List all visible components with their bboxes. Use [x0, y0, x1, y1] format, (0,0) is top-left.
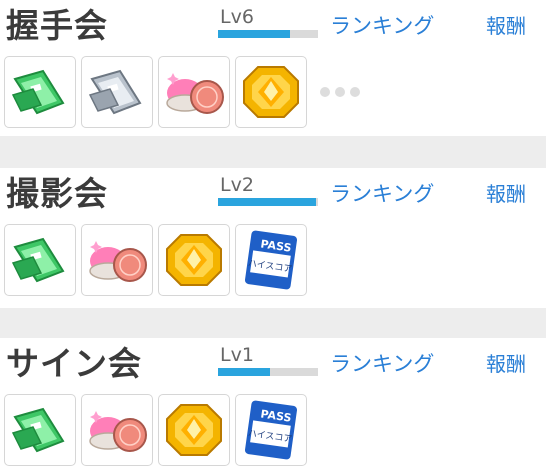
event-section-signing: サイン会 Lv1 ランキング 報酬 PASS ハイスコア — [0, 338, 546, 466]
ranking-link[interactable]: ランキング — [330, 12, 434, 40]
level-label: Lv1 — [220, 344, 254, 366]
gold-gem-icon — [243, 66, 299, 118]
more-items-indicator[interactable] — [312, 56, 360, 128]
level-progress-fill — [218, 30, 290, 38]
reward-item[interactable] — [158, 56, 230, 128]
level-indicator: Lv1 — [218, 344, 318, 376]
level-progress-fill — [218, 198, 316, 206]
reward-link[interactable]: 報酬 — [486, 180, 526, 208]
reward-item[interactable] — [235, 56, 307, 128]
level-indicator: Lv2 — [218, 174, 318, 206]
green-ticket-icon — [11, 69, 65, 115]
dot — [350, 87, 360, 97]
reward-item[interactable]: PASS ハイスコア — [235, 394, 307, 466]
green-ticket-icon — [11, 407, 65, 453]
level-progress-bar — [218, 198, 318, 206]
gold-gem-icon — [166, 234, 222, 286]
dot — [320, 87, 330, 97]
reward-item[interactable] — [81, 394, 153, 466]
reward-item[interactable] — [81, 224, 153, 296]
dot — [335, 87, 345, 97]
reward-item[interactable] — [4, 394, 76, 466]
level-label: Lv2 — [220, 174, 254, 196]
reward-item-list: PASS ハイスコア — [4, 224, 307, 296]
reward-link[interactable]: 報酬 — [486, 12, 526, 40]
reward-link[interactable]: 報酬 — [486, 350, 526, 378]
ranking-link[interactable]: ランキング — [330, 180, 434, 208]
silver-ticket-icon — [88, 69, 142, 115]
event-section-photo: 撮影会 Lv2 ランキング 報酬 PASS ハイスコア — [0, 168, 546, 308]
event-title: 撮影会 — [6, 174, 108, 213]
highscore-pass-icon: PASS ハイスコア — [244, 400, 298, 460]
event-section-handshake: 握手会 Lv6 ランキング 報酬 — [0, 0, 546, 136]
gold-gem-icon — [166, 404, 222, 456]
level-progress-bar — [218, 368, 318, 376]
level-indicator: Lv6 — [218, 6, 318, 38]
reward-item[interactable] — [81, 56, 153, 128]
event-title: サイン会 — [6, 344, 142, 383]
reward-item[interactable]: PASS ハイスコア — [235, 224, 307, 296]
reward-item[interactable] — [158, 394, 230, 466]
reward-item[interactable] — [4, 56, 76, 128]
reward-item[interactable] — [4, 224, 76, 296]
ranking-link[interactable]: ランキング — [330, 350, 434, 378]
pink-cosmetic-icon — [89, 411, 147, 452]
reward-item-list — [4, 56, 360, 128]
pink-cosmetic-icon — [89, 241, 147, 282]
reward-item[interactable] — [158, 224, 230, 296]
level-label: Lv6 — [220, 6, 254, 28]
pink-cosmetic-icon — [166, 73, 224, 114]
green-ticket-icon — [11, 237, 65, 283]
level-progress-bar — [218, 30, 318, 38]
event-title: 握手会 — [6, 6, 108, 45]
level-progress-fill — [218, 368, 270, 376]
reward-item-list: PASS ハイスコア — [4, 394, 307, 466]
highscore-pass-icon: PASS ハイスコア — [244, 230, 298, 290]
